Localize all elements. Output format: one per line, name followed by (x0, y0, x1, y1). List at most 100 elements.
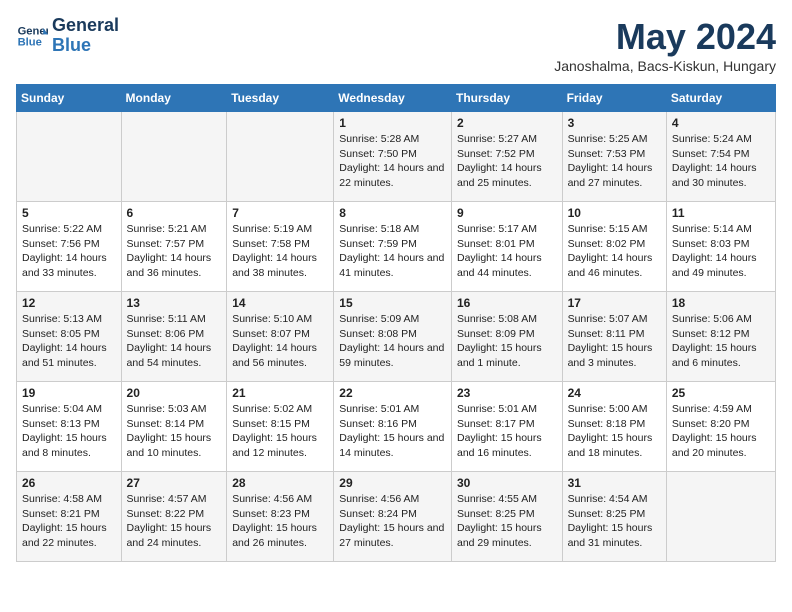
day-info: Sunrise: 5:10 AM Sunset: 8:07 PM Dayligh… (232, 312, 328, 371)
day-number: 4 (672, 116, 770, 130)
day-info: Sunrise: 5:18 AM Sunset: 7:59 PM Dayligh… (339, 222, 446, 281)
day-info: Sunrise: 5:14 AM Sunset: 8:03 PM Dayligh… (672, 222, 770, 281)
calendar-cell: 25Sunrise: 4:59 AM Sunset: 8:20 PM Dayli… (666, 382, 775, 472)
day-number: 18 (672, 296, 770, 310)
day-info: Sunrise: 4:58 AM Sunset: 8:21 PM Dayligh… (22, 492, 116, 551)
weekday-header-thursday: Thursday (451, 85, 562, 112)
calendar-cell: 6 Sunrise: 5:21 AM Sunset: 7:57 PM Daylig… (121, 202, 227, 292)
calendar-cell: 18 Sunrise: 5:06 AM Sunset: 8:12 PM Dayli… (666, 292, 775, 382)
day-number: 19 (22, 386, 116, 400)
day-info: Sunrise: 5:11 AM Sunset: 8:06 PM Dayligh… (127, 312, 222, 371)
calendar-week-1: 1 Sunrise: 5:28 AM Sunset: 7:50 PM Daylig… (17, 112, 776, 202)
calendar-cell (17, 112, 122, 202)
day-info: Sunrise: 5:01 AM Sunset: 8:16 PM Dayligh… (339, 402, 446, 461)
day-number: 7 (232, 206, 328, 220)
calendar-cell: 5 Sunrise: 5:22 AM Sunset: 7:56 PM Daylig… (17, 202, 122, 292)
weekday-header-friday: Friday (562, 85, 666, 112)
svg-text:Blue: Blue (18, 36, 42, 48)
weekday-header-row: SundayMondayTuesdayWednesdayThursdayFrid… (17, 85, 776, 112)
day-info: Sunrise: 5:02 AM Sunset: 8:15 PM Dayligh… (232, 402, 328, 461)
calendar-week-5: 26Sunrise: 4:58 AM Sunset: 8:21 PM Dayli… (17, 472, 776, 562)
weekday-header-tuesday: Tuesday (227, 85, 334, 112)
weekday-header-saturday: Saturday (666, 85, 775, 112)
logo-text: General Blue (52, 16, 119, 56)
calendar-cell: 8 Sunrise: 5:18 AM Sunset: 7:59 PM Daylig… (334, 202, 452, 292)
day-info: Sunrise: 4:54 AM Sunset: 8:25 PM Dayligh… (568, 492, 661, 551)
day-number: 10 (568, 206, 661, 220)
weekday-header-wednesday: Wednesday (334, 85, 452, 112)
page-header: General Blue General Blue May 2024 Janos… (16, 16, 776, 74)
logo: General Blue General Blue (16, 16, 119, 56)
day-number: 6 (127, 206, 222, 220)
calendar-cell: 7Sunrise: 5:19 AM Sunset: 7:58 PM Daylig… (227, 202, 334, 292)
day-number: 1 (339, 116, 446, 130)
calendar-cell: 3 Sunrise: 5:25 AM Sunset: 7:53 PM Daylig… (562, 112, 666, 202)
month-title: May 2024 (554, 16, 776, 58)
calendar-cell: 1 Sunrise: 5:28 AM Sunset: 7:50 PM Daylig… (334, 112, 452, 202)
day-info: Sunrise: 5:21 AM Sunset: 7:57 PM Dayligh… (127, 222, 222, 281)
calendar-cell (227, 112, 334, 202)
calendar-cell: 29Sunrise: 4:56 AM Sunset: 8:24 PM Dayli… (334, 472, 452, 562)
day-info: Sunrise: 5:06 AM Sunset: 8:12 PM Dayligh… (672, 312, 770, 371)
calendar-cell (121, 112, 227, 202)
day-number: 12 (22, 296, 116, 310)
calendar-cell: 15 Sunrise: 5:09 AM Sunset: 8:08 PM Dayli… (334, 292, 452, 382)
day-number: 24 (568, 386, 661, 400)
calendar-cell: 28Sunrise: 4:56 AM Sunset: 8:23 PM Dayli… (227, 472, 334, 562)
calendar-cell: 14Sunrise: 5:10 AM Sunset: 8:07 PM Dayli… (227, 292, 334, 382)
day-number: 27 (127, 476, 222, 490)
weekday-header-monday: Monday (121, 85, 227, 112)
calendar-cell: 30Sunrise: 4:55 AM Sunset: 8:25 PM Dayli… (451, 472, 562, 562)
day-info: Sunrise: 5:17 AM Sunset: 8:01 PM Dayligh… (457, 222, 557, 281)
calendar-cell: 9 Sunrise: 5:17 AM Sunset: 8:01 PM Daylig… (451, 202, 562, 292)
day-number: 20 (127, 386, 222, 400)
day-info: Sunrise: 5:13 AM Sunset: 8:05 PM Dayligh… (22, 312, 116, 371)
day-number: 8 (339, 206, 446, 220)
calendar-cell: 16Sunrise: 5:08 AM Sunset: 8:09 PM Dayli… (451, 292, 562, 382)
day-info: Sunrise: 5:15 AM Sunset: 8:02 PM Dayligh… (568, 222, 661, 281)
day-info: Sunrise: 5:24 AM Sunset: 7:54 PM Dayligh… (672, 132, 770, 191)
day-info: Sunrise: 5:27 AM Sunset: 7:52 PM Dayligh… (457, 132, 557, 191)
title-block: May 2024 Janoshalma, Bacs-Kiskun, Hungar… (554, 16, 776, 74)
calendar-cell: 4 Sunrise: 5:24 AM Sunset: 7:54 PM Daylig… (666, 112, 775, 202)
day-number: 2 (457, 116, 557, 130)
day-number: 9 (457, 206, 557, 220)
day-info: Sunrise: 5:28 AM Sunset: 7:50 PM Dayligh… (339, 132, 446, 191)
day-info: Sunrise: 5:07 AM Sunset: 8:11 PM Dayligh… (568, 312, 661, 371)
day-number: 21 (232, 386, 328, 400)
day-info: Sunrise: 5:09 AM Sunset: 8:08 PM Dayligh… (339, 312, 446, 371)
weekday-header-sunday: Sunday (17, 85, 122, 112)
day-number: 30 (457, 476, 557, 490)
day-number: 13 (127, 296, 222, 310)
day-info: Sunrise: 5:04 AM Sunset: 8:13 PM Dayligh… (22, 402, 116, 461)
calendar-cell (666, 472, 775, 562)
day-number: 5 (22, 206, 116, 220)
calendar-cell: 21 Sunrise: 5:02 AM Sunset: 8:15 PM Dayli… (227, 382, 334, 472)
day-number: 29 (339, 476, 446, 490)
calendar-cell: 31 Sunrise: 4:54 AM Sunset: 8:25 PM Dayli… (562, 472, 666, 562)
day-info: Sunrise: 5:03 AM Sunset: 8:14 PM Dayligh… (127, 402, 222, 461)
calendar-cell: 22Sunrise: 5:01 AM Sunset: 8:16 PM Dayli… (334, 382, 452, 472)
day-info: Sunrise: 4:59 AM Sunset: 8:20 PM Dayligh… (672, 402, 770, 461)
calendar-table: SundayMondayTuesdayWednesdayThursdayFrid… (16, 84, 776, 562)
calendar-cell: 24 Sunrise: 5:00 AM Sunset: 8:18 PM Dayli… (562, 382, 666, 472)
day-number: 31 (568, 476, 661, 490)
calendar-cell: 10 Sunrise: 5:15 AM Sunset: 8:02 PM Dayli… (562, 202, 666, 292)
calendar-cell: 20 Sunrise: 5:03 AM Sunset: 8:14 PM Dayli… (121, 382, 227, 472)
day-number: 3 (568, 116, 661, 130)
day-number: 17 (568, 296, 661, 310)
day-info: Sunrise: 5:25 AM Sunset: 7:53 PM Dayligh… (568, 132, 661, 191)
day-info: Sunrise: 5:01 AM Sunset: 8:17 PM Dayligh… (457, 402, 557, 461)
calendar-week-4: 19 Sunrise: 5:04 AM Sunset: 8:13 PM Dayli… (17, 382, 776, 472)
day-number: 16 (457, 296, 557, 310)
calendar-cell: 17 Sunrise: 5:07 AM Sunset: 8:11 PM Dayli… (562, 292, 666, 382)
day-number: 15 (339, 296, 446, 310)
day-info: Sunrise: 5:22 AM Sunset: 7:56 PM Dayligh… (22, 222, 116, 281)
calendar-cell: 13 Sunrise: 5:11 AM Sunset: 8:06 PM Dayli… (121, 292, 227, 382)
day-number: 11 (672, 206, 770, 220)
calendar-cell: 11 Sunrise: 5:14 AM Sunset: 8:03 PM Dayli… (666, 202, 775, 292)
calendar-cell: 19 Sunrise: 5:04 AM Sunset: 8:13 PM Dayli… (17, 382, 122, 472)
calendar-week-2: 5 Sunrise: 5:22 AM Sunset: 7:56 PM Daylig… (17, 202, 776, 292)
day-info: Sunrise: 5:00 AM Sunset: 8:18 PM Dayligh… (568, 402, 661, 461)
calendar-week-3: 12 Sunrise: 5:13 AM Sunset: 8:05 PM Dayli… (17, 292, 776, 382)
